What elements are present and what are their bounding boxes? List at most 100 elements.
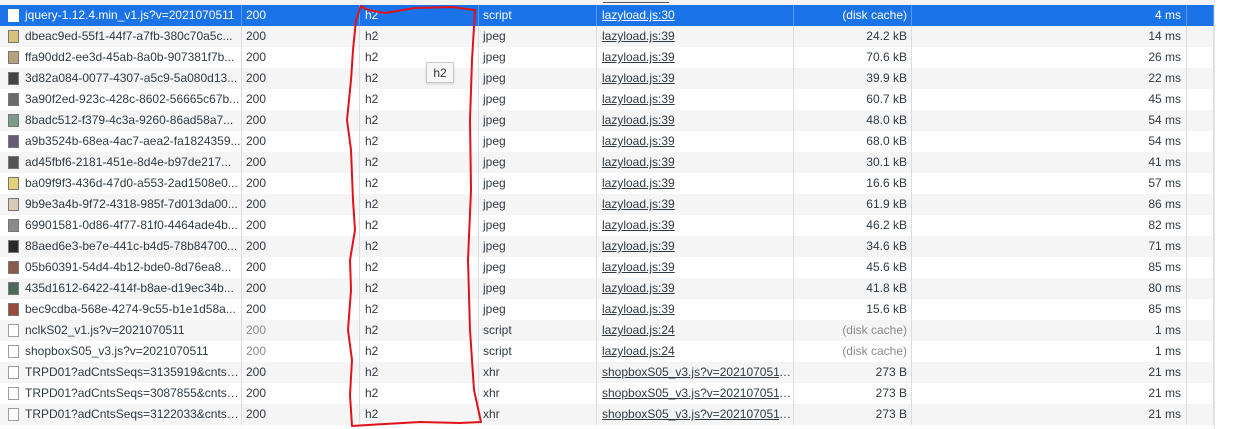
time-text: 57 ms	[1148, 176, 1181, 190]
table-row[interactable]: 9b9e3a4b-9f72-4318-985f-7d013da00... 200 h…	[0, 194, 1214, 215]
initiator-cell[interactable]: lazyload.js:39	[597, 236, 794, 257]
type-text: jpeg	[483, 302, 506, 316]
table-row[interactable]: 435d1612-6422-414f-b8ae-d19ec34b... 200 h2…	[0, 278, 1214, 299]
initiator-text[interactable]: lazyload.js:39	[602, 155, 675, 169]
table-row[interactable]: 3a90f2ed-923c-428c-8602-56665c67b... 200 h…	[0, 89, 1214, 110]
table-row[interactable]: TRPD01?adCntsSeqs=3122033&cntsT... 200 h2 x…	[0, 404, 1214, 425]
initiator-text[interactable]: lazyload.js:39	[602, 239, 675, 253]
initiator-cell[interactable]: lazyload.js:24	[597, 341, 794, 362]
table-row[interactable]: a9b3524b-68ea-4ac7-aea2-fa1824359... 200 h…	[0, 131, 1214, 152]
status-text: 200	[246, 197, 267, 211]
waterfall-cell	[1187, 5, 1214, 26]
initiator-cell[interactable]: shopboxS05_v3.js?v=2021070511...	[597, 362, 794, 383]
initiator-cell[interactable]: shopboxS05_v3.js?v=2021070511...	[597, 383, 794, 404]
initiator-text[interactable]: shopboxS05_v3.js?v=2021070511...	[602, 365, 793, 379]
initiator-cell[interactable]: lazyload.js:39	[597, 68, 794, 89]
initiator-cell[interactable]: lazyload.js:39	[597, 89, 794, 110]
status-cell: 200	[242, 341, 360, 362]
size-text: 16.6 kB	[866, 176, 907, 190]
status-text: 200	[246, 176, 267, 190]
initiator-text[interactable]: lazyload.js:24	[602, 323, 675, 337]
table-row[interactable]: 69901581-0d86-4f77-81f0-4464ade4b... 200 h…	[0, 215, 1214, 236]
initiator-cell[interactable]: lazyload.js:39	[597, 257, 794, 278]
time-cell: 1 ms	[912, 320, 1187, 341]
initiator-text[interactable]: lazyload.js:39	[602, 113, 675, 127]
time-text: 86 ms	[1148, 197, 1181, 211]
initiator-text[interactable]: lazyload.js:39	[602, 260, 675, 274]
image-thumbnail-icon	[8, 261, 19, 274]
time-text: 21 ms	[1148, 365, 1181, 379]
initiator-text[interactable]: lazyload.js:39	[602, 29, 675, 43]
table-row[interactable]: ba09f9f3-436d-47d0-a553-2ad1508e0... 200 h…	[0, 173, 1214, 194]
initiator-text[interactable]: lazyload.js:39	[602, 197, 675, 211]
initiator-cell[interactable]: lazyload.js:39	[597, 110, 794, 131]
protocol-text: h2	[365, 29, 379, 43]
table-row[interactable]: TRPD01?adCntsSeqs=3087855&cntsT... 200 h2 x…	[0, 383, 1214, 404]
image-thumbnail-icon	[8, 282, 19, 295]
time-text: 14 ms	[1148, 29, 1181, 43]
initiator-cell[interactable]: lazyload.js:39	[597, 131, 794, 152]
size-text: 273 B	[875, 407, 907, 421]
initiator-cell[interactable]: lazyload.js:39	[597, 215, 794, 236]
image-thumbnail-icon	[8, 135, 19, 148]
table-row[interactable]: ad45fbf6-2181-451e-8d4e-b97de217... 200 h2…	[0, 152, 1214, 173]
protocol-cell: h2	[360, 89, 479, 110]
size-cell: 39.9 kB	[794, 68, 912, 89]
initiator-cell[interactable]: lazyload.js:39	[597, 152, 794, 173]
status-text: 200	[246, 365, 267, 379]
table-row[interactable]: 8badc512-f379-4c3a-9260-86ad58a7... 200 h2…	[0, 110, 1214, 131]
time-cell: 85 ms	[912, 257, 1187, 278]
initiator-text[interactable]: lazyload.js:39	[602, 218, 675, 232]
initiator-text[interactable]: lazyload.js:39	[602, 134, 675, 148]
name-cell: 435d1612-6422-414f-b8ae-d19ec34b...	[0, 278, 242, 299]
xhr-file-icon	[8, 387, 19, 400]
table-row[interactable]: TRPD01?adCntsSeqs=3135919&cntsT... 200 h2 x…	[0, 362, 1214, 383]
xhr-file-icon	[8, 408, 19, 421]
name-text: ba09f9f3-436d-47d0-a553-2ad1508e0...	[25, 176, 238, 190]
type-cell: jpeg	[479, 110, 597, 131]
time-cell: 41 ms	[912, 152, 1187, 173]
table-row[interactable]: jquery-1.12.4.min_v1.js?v=2021070511 200 h…	[0, 5, 1214, 26]
initiator-cell[interactable]: shopboxS05_v3.js?v=2021070511...	[597, 404, 794, 425]
table-row[interactable]: ffa90dd2-ee3d-45ab-8a0b-907381f7b... 200 h…	[0, 47, 1214, 68]
initiator-text[interactable]: lazyload.js:30	[602, 8, 675, 22]
initiator-text[interactable]: lazyload.js:24	[602, 344, 675, 358]
table-row[interactable]: 3d82a084-0077-4307-a5c9-5a080d13... 200 h2…	[0, 68, 1214, 89]
script-file-icon	[8, 9, 19, 22]
status-cell: 200	[242, 257, 360, 278]
table-row[interactable]: bec9cdba-568e-4274-9c55-b1e1d58a... 200 h2…	[0, 299, 1214, 320]
initiator-cell[interactable]: lazyload.js:39	[597, 194, 794, 215]
initiator-text[interactable]: lazyload.js:39	[602, 281, 675, 295]
table-row[interactable]: shopboxS05_v3.js?v=2021070511 200 h2 script…	[0, 341, 1214, 362]
table-scrollbar[interactable]	[1214, 0, 1241, 429]
table-row[interactable]: 88aed6e3-be7e-441c-b4d5-78b84700... 200 h2…	[0, 236, 1214, 257]
table-row[interactable]: 05b60391-54d4-4b12-bde0-8d76ea8... 200 h2 j…	[0, 257, 1214, 278]
status-cell: 200	[242, 68, 360, 89]
initiator-text[interactable]: lazyload.js:39	[602, 302, 675, 316]
waterfall-cell	[1187, 89, 1214, 110]
protocol-tooltip: h2	[426, 62, 454, 83]
initiator-text[interactable]: shopboxS05_v3.js?v=2021070511...	[602, 386, 793, 400]
initiator-cell[interactable]: lazyload.js:39	[597, 47, 794, 68]
initiator-text[interactable]: lazyload.js:39	[602, 92, 675, 106]
initiator-cell[interactable]: lazyload.js:30	[597, 5, 794, 26]
initiator-cell[interactable]: lazyload.js:39	[597, 299, 794, 320]
initiator-cell[interactable]: lazyload.js:39	[597, 173, 794, 194]
type-cell: jpeg	[479, 194, 597, 215]
protocol-cell: h2	[360, 131, 479, 152]
size-cell: (disk cache)	[794, 341, 912, 362]
initiator-cell[interactable]: lazyload.js:24	[597, 320, 794, 341]
size-text: 61.9 kB	[866, 197, 907, 211]
initiator-text[interactable]: lazyload.js:39	[602, 50, 675, 64]
size-cell: 273 B	[794, 383, 912, 404]
table-row[interactable]: nclkS02_v1.js?v=2021070511 200 h2 script laz…	[0, 320, 1214, 341]
initiator-cell[interactable]: lazyload.js:39	[597, 26, 794, 47]
initiator-text[interactable]: lazyload.js:39	[602, 71, 675, 85]
initiator-text[interactable]: lazyload.js:39	[602, 176, 675, 190]
protocol-text: h2	[365, 407, 379, 421]
table-row[interactable]: dbeac9ed-55f1-44f7-a7fb-380c70a5c... 200 h…	[0, 26, 1214, 47]
protocol-cell: h2	[360, 341, 479, 362]
waterfall-cell	[1187, 68, 1214, 89]
initiator-cell[interactable]: lazyload.js:39	[597, 278, 794, 299]
initiator-text[interactable]: shopboxS05_v3.js?v=2021070511...	[602, 407, 793, 421]
